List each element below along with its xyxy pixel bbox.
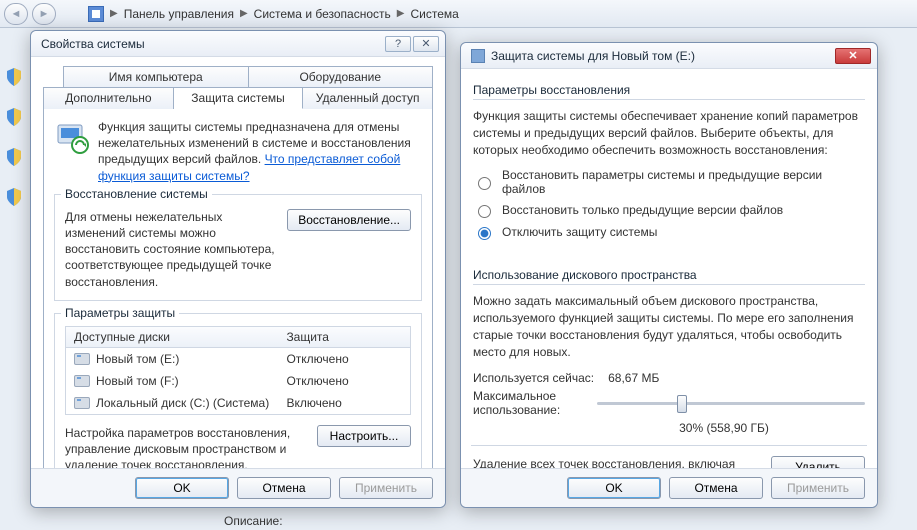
apply-button[interactable]: Применить: [339, 477, 433, 499]
chevron-right-icon: ▶: [110, 8, 118, 19]
table-row[interactable]: Новый том (F:) Отключено: [66, 370, 410, 392]
radio-restore-files-only[interactable]: Восстановить только предыдущие версии фа…: [473, 202, 865, 218]
restore-params-description: Функция защиты системы обеспечивает хран…: [473, 108, 865, 158]
shield-icon: [6, 108, 22, 126]
close-button[interactable]: ✕: [413, 36, 439, 52]
chevron-right-icon: ▶: [240, 8, 248, 19]
radio-input[interactable]: [478, 177, 491, 190]
breadcrumb-item[interactable]: Система: [410, 7, 458, 21]
radio-input[interactable]: [478, 227, 491, 240]
explorer-navbar: ◄ ► ▶ Панель управления ▶ Система и безо…: [0, 0, 917, 28]
system-protection-icon: [54, 119, 90, 155]
disk-usage-description: Можно задать максимальный объем дисковог…: [473, 293, 865, 360]
table-row[interactable]: Локальный диск (C:) (Система) Включено: [66, 392, 410, 414]
shield-icon: [6, 148, 22, 166]
tab-hardware[interactable]: Оборудование: [249, 66, 434, 87]
drive-icon: [471, 49, 485, 63]
ok-button[interactable]: OK: [567, 477, 661, 499]
breadcrumb-item[interactable]: Панель управления: [124, 7, 234, 21]
tab-computer-name[interactable]: Имя компьютера: [63, 66, 249, 87]
restore-description: Для отмены нежелательных изменений систе…: [65, 209, 277, 290]
drive-icon: [74, 353, 90, 365]
col-header-protection[interactable]: Защита: [278, 327, 410, 347]
restore-button[interactable]: Восстановление...: [287, 209, 411, 231]
table-row[interactable]: Новый том (E:) Отключено: [66, 348, 410, 370]
max-usage-slider[interactable]: [597, 393, 865, 413]
used-now-value: 68,67 МБ: [608, 371, 659, 385]
control-panel-icon: [88, 6, 104, 22]
system-restore-group: Восстановление системы Для отмены нежела…: [54, 194, 422, 301]
slider-thumb[interactable]: [677, 395, 687, 413]
protection-settings-group: Параметры защиты Доступные диски Защита …: [54, 313, 422, 468]
group-legend: Восстановление системы: [61, 187, 212, 201]
group-legend: Параметры защиты: [61, 306, 179, 320]
disk-usage-header: Использование дискового пространства: [473, 268, 865, 285]
drive-icon: [74, 375, 90, 387]
tab-system-protection[interactable]: Защита системы: [174, 87, 304, 109]
tab-advanced[interactable]: Дополнительно: [43, 87, 174, 109]
breadcrumb[interactable]: ▶ Панель управления ▶ Система и безопасн…: [88, 6, 459, 22]
configure-description: Настройка параметров восстановления, упр…: [65, 425, 307, 468]
max-usage-label: Максимальное использование:: [473, 389, 583, 417]
system-protection-config-dialog: Защита системы для Новый том (E:) ✕ Пара…: [460, 42, 878, 508]
radio-input[interactable]: [478, 205, 491, 218]
col-header-drives[interactable]: Доступные диски: [66, 327, 278, 347]
system-properties-dialog: Свойства системы ? ✕ Имя компьютера Обор…: [30, 30, 446, 508]
cancel-button[interactable]: Отмена: [237, 477, 331, 499]
chevron-right-icon: ▶: [397, 8, 405, 19]
breadcrumb-item[interactable]: Система и безопасность: [254, 7, 391, 21]
shield-icon: [6, 188, 22, 206]
delete-button[interactable]: Удалить: [771, 456, 865, 468]
forward-button[interactable]: ►: [32, 3, 56, 25]
radio-restore-system-and-files[interactable]: Восстановить параметры системы и предыду…: [473, 168, 865, 196]
titlebar[interactable]: Защита системы для Новый том (E:) ✕: [461, 43, 877, 69]
window-title: Защита системы для Новый том (E:): [491, 49, 695, 63]
cancel-button[interactable]: Отмена: [669, 477, 763, 499]
titlebar[interactable]: Свойства системы ? ✕: [31, 31, 445, 57]
help-button[interactable]: ?: [385, 36, 411, 52]
shield-icon: [6, 68, 22, 86]
shield-sidebar: [6, 40, 26, 530]
apply-button[interactable]: Применить: [771, 477, 865, 499]
configure-button[interactable]: Настроить...: [317, 425, 411, 447]
radio-disable-protection[interactable]: Отключить защиту системы: [473, 224, 865, 240]
intro-text: Функция защиты системы предназначена для…: [98, 119, 422, 184]
used-now-label: Используется сейчас:: [473, 371, 594, 385]
window-title: Свойства системы: [41, 37, 145, 51]
tab-remote[interactable]: Удаленный доступ: [303, 87, 433, 109]
drives-table: Доступные диски Защита Новый том (E:) От…: [65, 326, 411, 415]
restore-params-header: Параметры восстановления: [473, 83, 865, 100]
close-button[interactable]: ✕: [835, 48, 871, 64]
slider-value: 30% (558,90 ГБ): [583, 421, 865, 435]
drive-icon: [74, 397, 90, 409]
delete-description: Удаление всех точек восстановления, вклю…: [473, 456, 761, 468]
ok-button[interactable]: OK: [135, 477, 229, 499]
description-label: Описание:: [224, 514, 283, 528]
back-button[interactable]: ◄: [4, 3, 28, 25]
